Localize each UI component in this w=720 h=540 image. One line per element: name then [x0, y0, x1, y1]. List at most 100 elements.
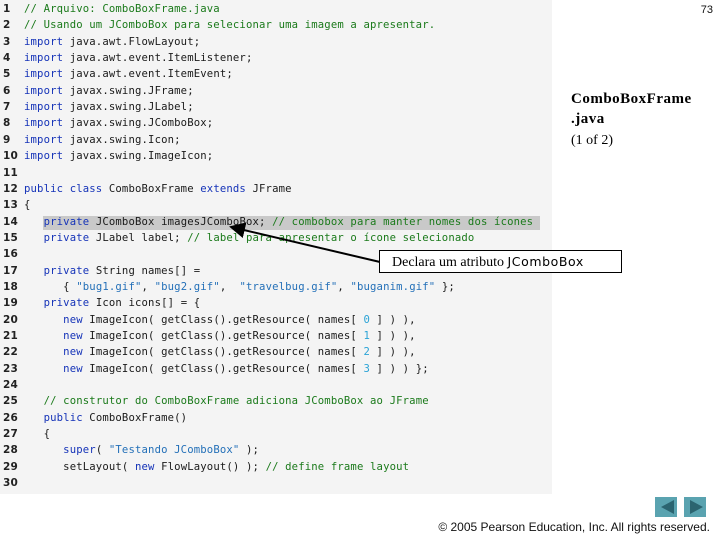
code-string: "bug2.gif" [154, 280, 220, 293]
code-plain: , [337, 280, 351, 293]
line-number: 3 [3, 35, 11, 48]
code-plain: javax.swing.JLabel; [63, 101, 194, 114]
code-comment: // Usando um JComboBox para selecionar u… [24, 19, 436, 32]
next-slide-button[interactable] [684, 497, 706, 517]
code-text: private Icon icons[] = { [24, 295, 201, 311]
code-keyword: import [24, 84, 64, 97]
line-number: 24 [3, 379, 18, 392]
line-number: 27 [3, 428, 18, 441]
code-plain: ] ) ), [370, 346, 416, 359]
line-number: 12 [3, 182, 18, 195]
line-number: 8 [3, 117, 11, 130]
code-text: import javax.swing.JLabel; [24, 99, 194, 115]
code-plain: setLayout( [63, 460, 135, 473]
code-text: super( "Testando JComboBox" ); [24, 442, 259, 458]
code-plain: ImageIcon( getClass().getResource( names… [82, 362, 364, 375]
code-comment: // define frame layout [265, 460, 410, 473]
callout-box: Declara um atributo JComboBox [379, 250, 622, 273]
code-keyword: private [43, 297, 90, 310]
code-keyword: import [24, 150, 64, 163]
code-text: import java.awt.event.ItemListener; [24, 50, 252, 66]
code-plain: , [141, 280, 155, 293]
code-text: // Arquivo: ComboBoxFrame.java [24, 1, 220, 17]
code-keyword: private [43, 264, 90, 277]
line-number: 9 [3, 133, 11, 146]
code-keyword: public class [24, 182, 103, 195]
code-keyword: private [43, 231, 90, 244]
line-number: 21 [3, 330, 18, 342]
line-number: 5 [3, 68, 11, 81]
slide-title: ComboBoxFrame .java [571, 89, 711, 129]
code-plain: ComboBoxFrame() [82, 411, 188, 424]
line-number: 2 [3, 19, 11, 32]
code-text: import javax.swing.Icon; [24, 132, 181, 148]
code-text: import java.awt.event.ItemEvent; [24, 66, 233, 82]
line-number: 22 [3, 346, 18, 359]
code-string: "travelbug.gif" [239, 280, 338, 293]
previous-slide-button[interactable] [655, 497, 677, 517]
code-keyword: new [63, 346, 83, 359]
code-text: { [24, 197, 31, 213]
code-text: new ImageIcon( getClass().getResource( n… [24, 344, 416, 360]
code-listing: 1 // Arquivo: ComboBoxFrame.java 2 // Usand… [0, 0, 552, 494]
line-number: 17 [3, 264, 18, 277]
code-plain: JComboBox imagesJComboBox; [89, 215, 273, 228]
code-comment: // Arquivo: ComboBoxFrame.java [24, 3, 220, 15]
slide-subtitle: (1 of 2) [571, 133, 613, 148]
code-keyword: import [24, 68, 64, 81]
slide-title-line-2: .java [571, 111, 605, 127]
code-keyword: import [24, 117, 64, 130]
code-text: import javax.swing.ImageIcon; [24, 148, 213, 164]
callout-code: JComboBox [507, 254, 584, 269]
line-number: 11 [3, 166, 18, 179]
code-plain: ( [95, 444, 109, 457]
code-comment: // combobox para manter nomes dos ícones [272, 215, 534, 228]
code-plain: ] ) ), [370, 313, 416, 326]
code-plain: { [63, 280, 77, 293]
code-plain: JLabel label; [89, 231, 188, 244]
next-slide-icon [690, 500, 703, 514]
line-number: 15 [3, 231, 18, 244]
code-text: // construtor do ComboBoxFrame adiciona … [24, 393, 429, 409]
line-number: 14 [3, 215, 18, 228]
code-plain: JFrame [245, 182, 292, 195]
code-keyword: super [63, 444, 96, 457]
code-plain: FlowLayout() ); [154, 460, 266, 473]
line-number: 18 [3, 280, 18, 293]
callout-text: Declara um atributo [392, 255, 508, 270]
code-keyword: import [24, 133, 64, 146]
line-number: 30 [3, 477, 18, 490]
code-text: new ImageIcon( getClass().getResource( n… [24, 361, 429, 377]
code-plain: { [24, 199, 31, 212]
code-text: { "bug1.gif", "bug2.gif", "travelbug.gif… [24, 279, 455, 295]
slide-title-line-1: ComboBoxFrame [571, 91, 692, 107]
line-number: 4 [3, 52, 11, 65]
code-keyword: new [63, 362, 83, 375]
code-text: new ImageIcon( getClass().getResource( n… [24, 312, 416, 328]
previous-slide-icon [660, 500, 674, 514]
code-plain: { [43, 428, 51, 441]
code-keyword: new [134, 460, 155, 473]
code-text: import java.awt.FlowLayout; [24, 34, 200, 50]
line-number: 19 [3, 297, 18, 310]
code-keyword: public [43, 411, 83, 424]
code-keyword: import [24, 52, 64, 65]
line-number: 26 [3, 411, 18, 424]
code-text: import javax.swing.JFrame; [24, 83, 194, 99]
line-number: 6 [3, 84, 11, 97]
code-plain: ] ) ), [370, 330, 416, 342]
line-number: 28 [3, 444, 18, 457]
code-text: public class ComboBoxFrame extends JFram… [24, 181, 292, 197]
code-text: import javax.swing.JComboBox; [24, 115, 213, 131]
line-number: 29 [3, 460, 18, 473]
code-keyword: new [63, 330, 83, 342]
